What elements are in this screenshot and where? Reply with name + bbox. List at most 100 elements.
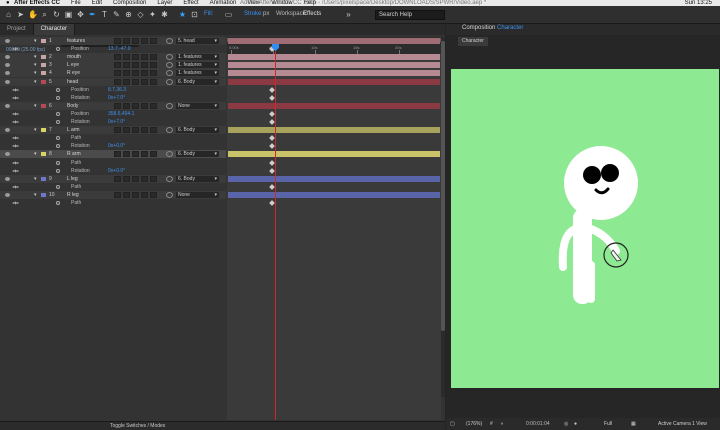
character-right-eye[interactable] bbox=[601, 164, 619, 182]
stopwatch-icon[interactable] bbox=[56, 144, 60, 149]
snap-icon[interactable]: ⊡ bbox=[190, 10, 199, 20]
character-left-leg[interactable] bbox=[577, 261, 585, 303]
character-illustration[interactable] bbox=[451, 69, 719, 388]
tab-character[interactable]: Character bbox=[33, 24, 76, 35]
layer-duration-bar[interactable] bbox=[228, 191, 440, 198]
zoom-tool-icon[interactable]: ⌕ bbox=[40, 10, 49, 20]
property-row[interactable]: ◂◆▸ Rotation 0x+7.0° bbox=[0, 94, 226, 102]
twirl-arrow-icon[interactable]: ▾ bbox=[34, 175, 37, 183]
layer-duration-bar[interactable] bbox=[228, 70, 440, 77]
visibility-eye-icon[interactable] bbox=[5, 192, 10, 197]
layer-duration-bar[interactable] bbox=[228, 151, 440, 158]
label-color-swatch[interactable] bbox=[41, 55, 46, 60]
layer-switches[interactable] bbox=[114, 191, 160, 198]
parent-select[interactable]: 6. Body bbox=[176, 78, 219, 85]
keyframe-navigator-icon[interactable]: ◂◆▸ bbox=[12, 110, 19, 118]
property-row[interactable]: ◂◆▸ Path bbox=[0, 199, 226, 207]
twirl-arrow-icon[interactable]: ▾ bbox=[34, 69, 37, 77]
grid-icon[interactable]: # bbox=[490, 421, 493, 427]
visibility-eye-icon[interactable] bbox=[5, 55, 10, 60]
region-of-interest-icon[interactable]: ▦ bbox=[631, 421, 636, 427]
stopwatch-icon[interactable] bbox=[56, 95, 60, 100]
star-tool-icon[interactable]: ★ bbox=[178, 10, 187, 20]
visibility-eye-icon[interactable] bbox=[5, 63, 10, 68]
layer-row[interactable]: ▾ 5 head 6. Body bbox=[0, 77, 226, 86]
twirl-arrow-icon[interactable]: ▾ bbox=[34, 53, 37, 61]
keyframe-navigator-icon[interactable]: ◂◆▸ bbox=[12, 167, 19, 175]
stopwatch-icon[interactable] bbox=[56, 111, 60, 116]
hand-tool-icon[interactable]: ✋ bbox=[28, 10, 38, 20]
label-color-swatch[interactable] bbox=[41, 128, 46, 133]
property-value[interactable]: 8.7,36.3 bbox=[108, 86, 126, 94]
twirl-arrow-icon[interactable]: ▾ bbox=[34, 78, 37, 86]
parent-pickwhip-icon[interactable] bbox=[166, 175, 173, 182]
layer-switches[interactable] bbox=[114, 54, 160, 61]
selection-tool-icon[interactable]: ➤ bbox=[16, 10, 25, 20]
stopwatch-icon[interactable] bbox=[56, 168, 60, 173]
parent-pickwhip-icon[interactable] bbox=[166, 102, 173, 109]
stopwatch-icon[interactable] bbox=[56, 160, 60, 165]
layer-name[interactable]: head bbox=[67, 78, 78, 86]
home-icon[interactable]: ⌂ bbox=[4, 10, 13, 20]
parent-select[interactable]: None bbox=[176, 191, 219, 198]
character-head[interactable] bbox=[564, 146, 638, 220]
label-color-swatch[interactable] bbox=[41, 176, 46, 181]
keyframe-navigator-icon[interactable]: ◂◆▸ bbox=[12, 183, 19, 191]
parent-pickwhip-icon[interactable] bbox=[166, 127, 173, 134]
parent-pickwhip-icon[interactable] bbox=[166, 78, 173, 85]
layer-row[interactable]: ▾ 3 L eye 1. features bbox=[0, 61, 226, 70]
keyframe-navigator-icon[interactable]: ◂◆▸ bbox=[12, 142, 19, 150]
timeline-area[interactable] bbox=[227, 37, 441, 420]
parent-pickwhip-icon[interactable] bbox=[166, 62, 173, 69]
layer-duration-bar[interactable] bbox=[228, 62, 440, 69]
layer-row[interactable]: ▾ 8 R arm 6. Body bbox=[0, 150, 226, 159]
visibility-eye-icon[interactable] bbox=[5, 79, 10, 84]
keyframe-navigator-icon[interactable]: ◂◆▸ bbox=[12, 45, 19, 53]
camera-tool-icon[interactable]: ▣ bbox=[64, 10, 73, 20]
twirl-arrow-icon[interactable]: ▾ bbox=[34, 61, 37, 69]
keyframe-navigator-icon[interactable]: ◂◆▸ bbox=[12, 86, 19, 94]
layer-name[interactable]: R eye bbox=[67, 69, 80, 77]
parent-select[interactable]: 6. Body bbox=[176, 151, 219, 158]
stroke-label[interactable]: Stroke: bbox=[244, 11, 263, 17]
workspace-select[interactable]: Effects bbox=[303, 11, 321, 17]
visibility-eye-icon[interactable] bbox=[5, 39, 10, 43]
layer-name[interactable]: R arm bbox=[67, 150, 81, 158]
parent-select[interactable]: 1. features bbox=[176, 62, 219, 69]
property-value[interactable]: 0x+7.0° bbox=[108, 118, 125, 126]
pan-behind-tool-icon[interactable]: ✥ bbox=[76, 10, 85, 20]
label-color-swatch[interactable] bbox=[41, 63, 46, 68]
always-preview-icon[interactable]: ▢ bbox=[450, 421, 455, 427]
layer-name[interactable]: L leg bbox=[67, 175, 78, 183]
layer-name[interactable]: mouth bbox=[67, 53, 81, 61]
layer-switches[interactable] bbox=[114, 127, 160, 134]
parent-pickwhip-icon[interactable] bbox=[166, 70, 173, 77]
layer-row[interactable]: ▾ 10 R leg None bbox=[0, 190, 226, 199]
parent-pickwhip-icon[interactable] bbox=[166, 54, 173, 61]
pen-tool-icon[interactable]: ✒ bbox=[88, 10, 97, 20]
label-color-swatch[interactable] bbox=[41, 192, 46, 197]
twirl-arrow-icon[interactable]: ▾ bbox=[34, 102, 37, 110]
stopwatch-icon[interactable] bbox=[56, 201, 60, 205]
property-value[interactable]: 0x+0.0° bbox=[108, 167, 125, 175]
property-value[interactable]: 13.7,-47.0 bbox=[108, 45, 131, 53]
parent-select[interactable]: 5. head bbox=[176, 38, 219, 44]
workspace-menu-icon[interactable]: » bbox=[344, 10, 353, 20]
property-row[interactable]: ◂◆▸ Position 358.6,494.1 bbox=[0, 110, 226, 118]
tab-project[interactable]: Project bbox=[0, 24, 34, 35]
timeline-scrollbar[interactable] bbox=[441, 37, 445, 397]
fill-swatch-icon[interactable]: ▭ bbox=[224, 10, 233, 20]
property-value[interactable]: 0x+7.0° bbox=[108, 94, 125, 102]
stopwatch-icon[interactable] bbox=[56, 120, 60, 124]
stroke-value[interactable]: px bbox=[263, 11, 269, 17]
layer-name[interactable]: Body bbox=[67, 102, 78, 110]
brush-tool-icon[interactable]: ✎ bbox=[112, 10, 121, 20]
property-row[interactable]: ◂◆▸ Rotation 0x+7.0° bbox=[0, 118, 226, 126]
parent-select[interactable]: None bbox=[176, 102, 219, 109]
property-row[interactable]: ◂◆▸ Position 13.7,-47.0 bbox=[0, 45, 226, 53]
search-help-input[interactable]: Search Help bbox=[375, 10, 445, 20]
parent-pickwhip-icon[interactable] bbox=[166, 191, 173, 198]
layer-duration-bar[interactable] bbox=[228, 175, 440, 182]
label-color-swatch[interactable] bbox=[41, 71, 46, 76]
layer-duration-bar[interactable] bbox=[228, 78, 440, 85]
